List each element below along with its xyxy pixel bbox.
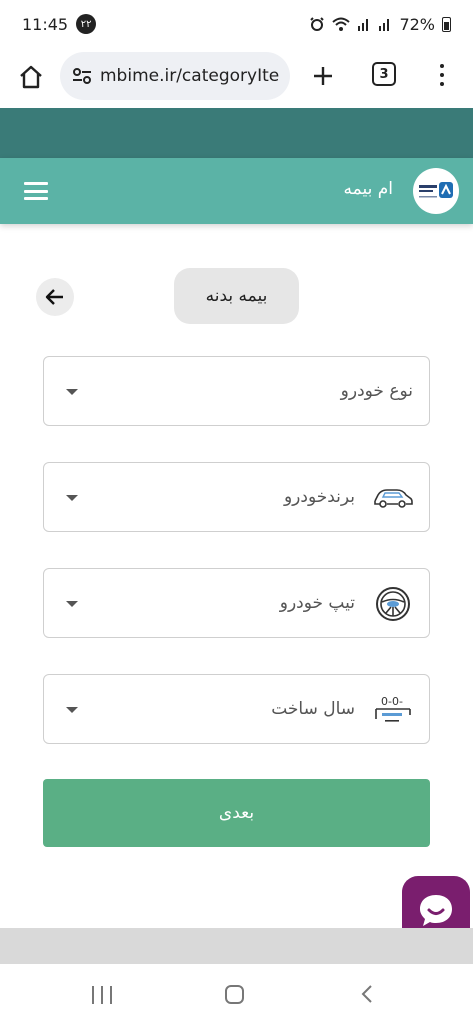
svg-text:0-0-: 0-0- [381, 695, 403, 708]
top-band [0, 108, 473, 158]
chat-bubble-icon [420, 895, 452, 926]
home-icon [20, 65, 42, 89]
arrow-left-icon [45, 289, 63, 305]
steering-wheel-icon [373, 586, 413, 622]
next-button[interactable]: بعدی [43, 779, 430, 847]
vehicle-type-label: نوع خودرو [340, 381, 413, 401]
brand-logo[interactable] [413, 168, 459, 214]
chevron-down-icon [66, 495, 78, 501]
status-bar: 11:45 ۲۲ 72% [0, 0, 473, 48]
vehicle-model-label: تیپ خودرو [279, 593, 355, 613]
status-right: 72% [309, 15, 451, 34]
alarm-icon [310, 17, 325, 31]
browser-toolbar: mbime.ir/categoryIte 3 [0, 48, 473, 108]
address-bar[interactable]: mbime.ir/categoryIte [60, 52, 290, 100]
browser-menu-button[interactable] [434, 60, 450, 90]
battery-icon [442, 16, 451, 32]
status-time: 11:45 [22, 14, 69, 34]
chevron-down-icon [66, 601, 78, 607]
status-left: 11:45 ۲۲ [22, 14, 97, 34]
signal-icon-1 [358, 19, 369, 31]
browser-home-button[interactable] [14, 60, 48, 94]
app-header: ام بیمه [0, 158, 473, 224]
battery-percent: 72% [399, 14, 435, 34]
logo-icon [419, 182, 453, 198]
page-footer [0, 928, 473, 964]
manufacture-year-label: سال ساخت [271, 699, 355, 719]
manufacture-year-select[interactable]: سال ساخت 0-0- [43, 674, 430, 744]
signal-icon-2 [379, 19, 390, 31]
home-nav-icon[interactable] [225, 985, 244, 1004]
site-settings-icon [73, 68, 91, 84]
wifi-icon [332, 17, 351, 31]
vehicle-brand-select[interactable]: برندخودرو [43, 462, 430, 532]
brand-name[interactable]: ام بیمه [344, 179, 393, 199]
new-tab-button[interactable] [307, 58, 339, 94]
chevron-down-icon [66, 707, 78, 713]
car-icon [373, 480, 413, 516]
back-nav-icon[interactable] [360, 984, 374, 1004]
hamburger-menu-icon[interactable] [24, 182, 48, 200]
vehicle-type-select[interactable]: نوع خودرو [43, 356, 430, 426]
category-chip[interactable]: بیمه بدنه [174, 268, 299, 324]
chevron-down-icon [66, 389, 78, 395]
plus-icon [314, 67, 332, 85]
vehicle-brand-label: برندخودرو [283, 487, 355, 507]
calendar-year-icon: 0-0- [373, 692, 413, 728]
vehicle-model-select[interactable]: تیپ خودرو [43, 568, 430, 638]
back-button[interactable] [36, 278, 74, 316]
url-text: mbime.ir/categoryIte [100, 66, 280, 86]
recents-icon[interactable] [92, 986, 112, 1004]
tab-switcher-button[interactable]: 3 [372, 62, 396, 86]
system-navigation-bar [0, 964, 473, 1024]
notification-badge: ۲۲ [76, 14, 97, 34]
